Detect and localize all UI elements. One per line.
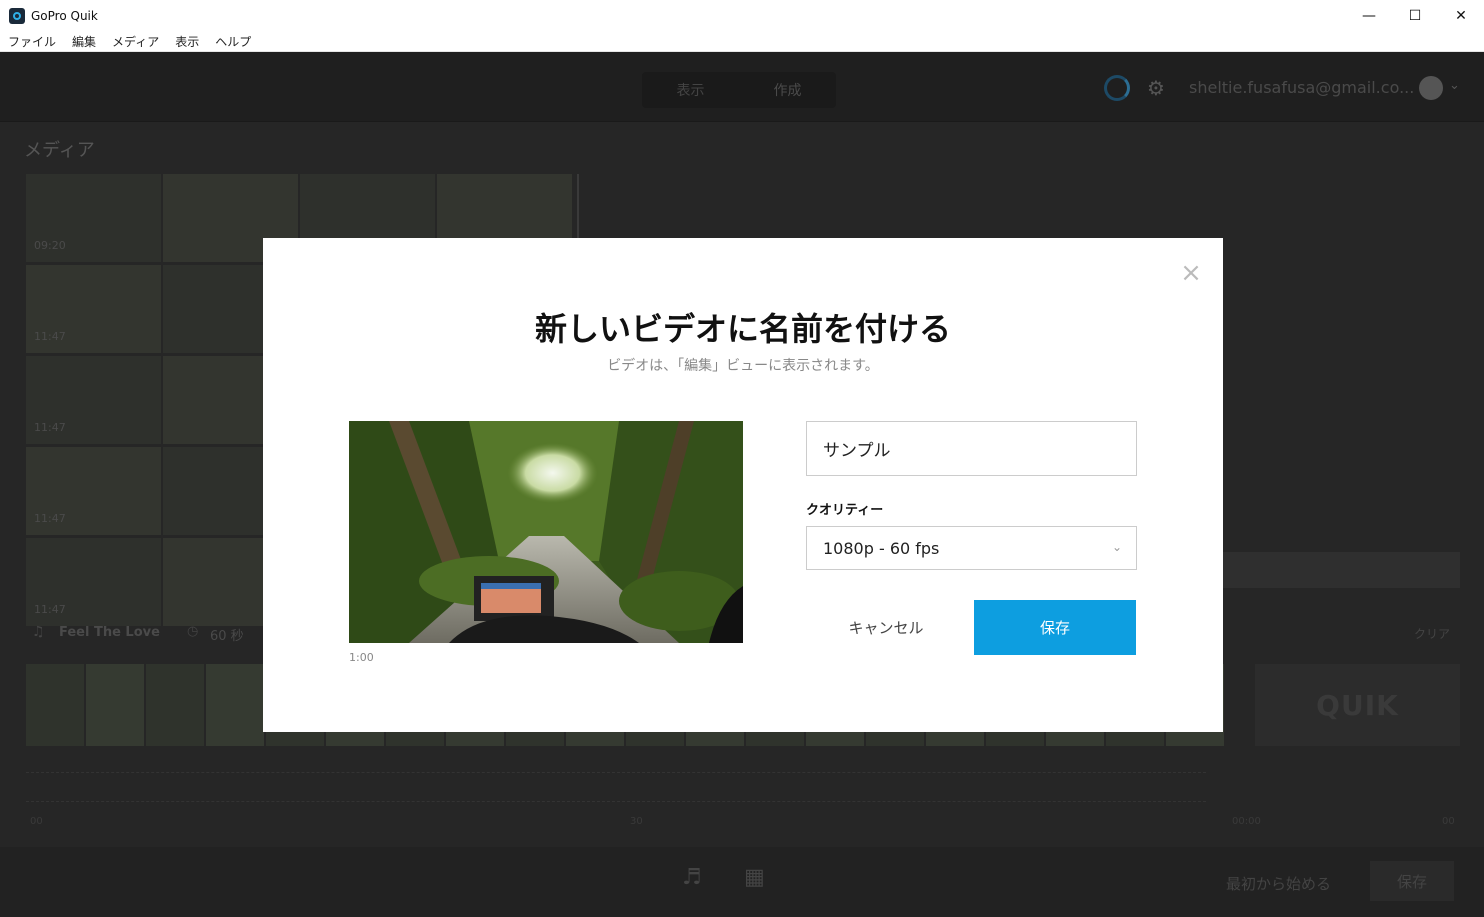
save-button[interactable]: 保存: [974, 600, 1136, 655]
filmstrip-frame: [26, 664, 84, 746]
window-controls: — ☐ ✕: [1346, 0, 1484, 31]
menu-view[interactable]: 表示: [167, 33, 207, 50]
preview-duration: 1:00: [349, 651, 374, 664]
window-title: GoPro Quik: [31, 8, 98, 23]
bottom-save-button[interactable]: 保存: [1370, 861, 1454, 901]
name-video-dialog: × 新しいビデオに名前を付ける ビデオは、「編集」ビューに表示されます。 1:0…: [263, 238, 1223, 732]
sync-icon[interactable]: [1104, 75, 1130, 101]
song-title[interactable]: Feel The Love: [59, 625, 160, 640]
filmstrip-frame: [86, 664, 144, 746]
quik-logo: QUIK: [1255, 664, 1460, 746]
chevron-down-icon[interactable]: ⌄: [1449, 78, 1460, 93]
gopro-app-icon: [9, 7, 25, 24]
video-preview-image: [349, 421, 743, 643]
account-email[interactable]: sheltie.fusafusa@gmail.co...: [1189, 78, 1414, 97]
quality-selected-value: 1080p - 60 fps: [823, 538, 940, 558]
quality-label: クオリティー: [806, 503, 884, 518]
media-thumbnail[interactable]: 11:47: [26, 265, 161, 353]
filmstrip-frame: [206, 664, 264, 746]
minimize-button[interactable]: —: [1346, 0, 1392, 31]
filmstrip-frame: [146, 664, 204, 746]
gear-icon[interactable]: ⚙: [1147, 76, 1165, 100]
video-duration[interactable]: 60 秒: [210, 625, 244, 644]
music-icon[interactable]: ♬: [682, 865, 702, 890]
video-preview: [349, 421, 743, 643]
close-window-button[interactable]: ✕: [1438, 0, 1484, 31]
layout-icon[interactable]: ▦: [744, 865, 765, 890]
app-topbar: 表示 作成 ⚙ sheltie.fusafusa@gmail.co... ⌄: [0, 52, 1484, 122]
media-duration: 11:47: [34, 603, 66, 616]
close-icon[interactable]: ×: [1180, 260, 1202, 286]
media-section-title: メディア: [24, 140, 95, 161]
audio-waveform[interactable]: [26, 772, 1206, 802]
tab-create[interactable]: 作成: [739, 72, 836, 108]
media-thumbnail[interactable]: 11:47: [26, 356, 161, 444]
timeline-tick: 30: [630, 816, 643, 827]
media-thumbnail[interactable]: 11:47: [26, 447, 161, 535]
clear-button[interactable]: クリア: [1414, 625, 1450, 642]
media-duration: 09:20: [34, 239, 66, 252]
menu-help[interactable]: ヘルプ: [207, 33, 259, 50]
timeline-tick: 00: [30, 816, 43, 827]
avatar[interactable]: [1419, 76, 1443, 100]
music-note-icon: ♫: [32, 624, 45, 640]
media-duration: 11:47: [34, 330, 66, 343]
chevron-down-icon: ⌄: [1111, 540, 1122, 554]
media-thumbnail[interactable]: 11:47: [26, 538, 161, 626]
bottom-toolbar: ♬ ▦ 最初から始める 保存: [0, 847, 1484, 917]
tab-view[interactable]: 表示: [642, 72, 739, 108]
media-duration: 11:47: [34, 421, 66, 434]
timeline-tick: 00: [1442, 816, 1455, 827]
menu-bar: ファイル 編集 メディア 表示 ヘルプ: [0, 31, 1484, 52]
start-over-button[interactable]: 最初から始める: [1226, 873, 1331, 894]
cancel-button[interactable]: キャンセル: [836, 600, 936, 654]
maximize-button[interactable]: ☐: [1392, 0, 1438, 31]
view-mode-toggle: 表示 作成: [642, 72, 836, 108]
timer-icon: ◷: [187, 624, 199, 639]
media-thumbnail[interactable]: 09:20: [26, 174, 161, 262]
menu-edit[interactable]: 編集: [64, 33, 104, 50]
quality-select[interactable]: 1080p - 60 fps ⌄: [806, 526, 1137, 570]
media-duration: 11:47: [34, 512, 66, 525]
dialog-subtitle: ビデオは、「編集」ビューに表示されます。: [607, 358, 879, 374]
video-name-input[interactable]: [806, 421, 1137, 476]
window-titlebar: GoPro Quik — ☐ ✕: [0, 0, 1484, 31]
menu-media[interactable]: メディア: [104, 33, 167, 50]
timeline-tick: 00:00: [1232, 816, 1261, 827]
dialog-title: 新しいビデオに名前を付ける: [534, 310, 951, 348]
menu-file[interactable]: ファイル: [0, 33, 64, 50]
